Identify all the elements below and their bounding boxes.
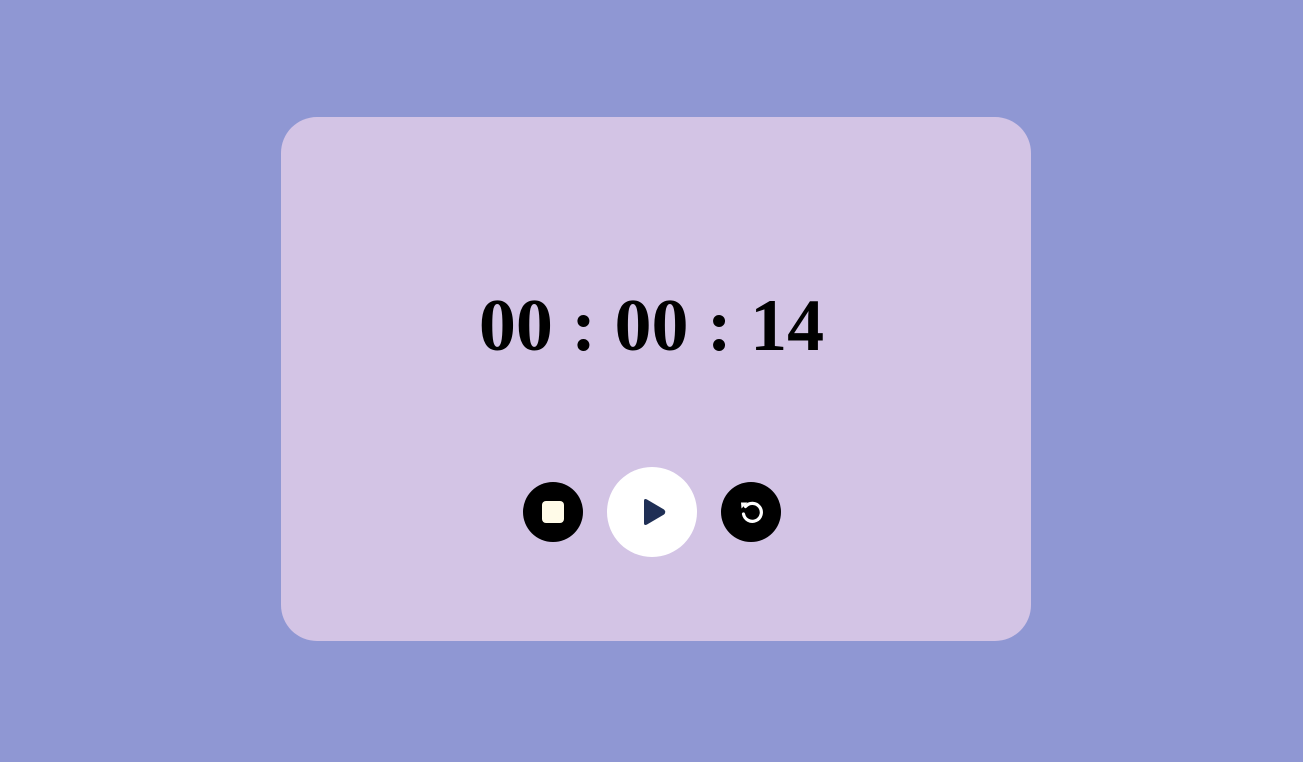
- stop-icon: [541, 500, 565, 524]
- reset-icon: [736, 497, 766, 527]
- play-icon: [637, 498, 667, 526]
- stopwatch-card: [281, 117, 1031, 641]
- time-display: 00 : 00 : 14: [478, 285, 825, 367]
- reset-button[interactable]: [720, 482, 781, 542]
- stop-button[interactable]: [522, 482, 583, 542]
- controls-bar: [0, 467, 1303, 557]
- play-button[interactable]: [606, 467, 697, 557]
